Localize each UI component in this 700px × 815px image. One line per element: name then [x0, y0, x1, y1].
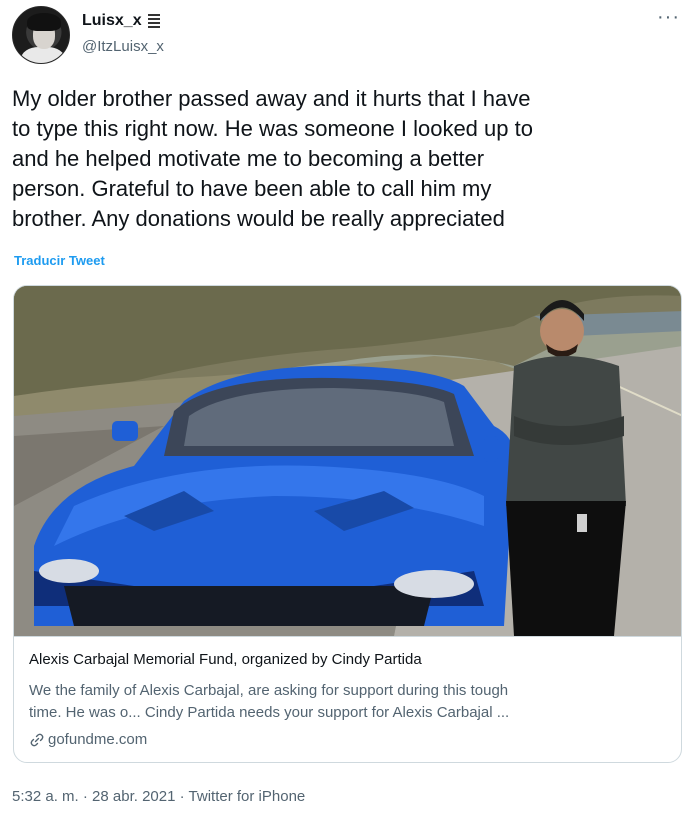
- card-body[interactable]: Alexis Carbajal Memorial Fund, organized…: [14, 636, 681, 762]
- card-description-line: time. He was o... Cindy Partida needs yo…: [29, 704, 510, 721]
- meta-separator: ·: [179, 788, 185, 805]
- translate-tweet-link[interactable]: Traducir Tweet: [14, 253, 105, 268]
- tweet-text-line: brother. Any donations would be really a…: [12, 206, 505, 231]
- tweet-header: Luisx_x @ItzLuisx_x ···: [12, 6, 688, 66]
- card-domain-text[interactable]: gofundme.com: [48, 731, 147, 748]
- tweet-text-line: and he helped motivate me to becoming a …: [12, 146, 485, 171]
- tweet-meta: 5:32 a. m. · 28 abr. 2021 · Twitter for …: [12, 788, 305, 805]
- author-handle[interactable]: @ItzLuisx_x: [82, 38, 164, 55]
- tweet-text: My older brother passed away and it hurt…: [12, 84, 688, 234]
- tweet-text-line: person. Grateful to have been able to ca…: [12, 176, 492, 201]
- card-title[interactable]: Alexis Carbajal Memorial Fund, organized…: [29, 651, 422, 668]
- card-photo: [14, 286, 681, 636]
- tweet-text-line: My older brother passed away and it hurt…: [12, 86, 531, 111]
- tweet-date[interactable]: 28 abr. 2021: [92, 788, 175, 805]
- card-domain[interactable]: gofundme.com: [29, 731, 147, 748]
- author-name-row[interactable]: Luisx_x: [82, 12, 160, 30]
- link-card[interactable]: Alexis Carbajal Memorial Fund, organized…: [13, 285, 682, 763]
- name-glyph-icon: [147, 14, 160, 28]
- tweet-source[interactable]: Twitter for iPhone: [189, 788, 306, 805]
- meta-separator: ·: [82, 788, 88, 805]
- tweet-time[interactable]: 5:32 a. m.: [12, 788, 79, 805]
- card-description: We the family of Alexis Carbajal, are as…: [29, 680, 669, 724]
- author-display-name[interactable]: Luisx_x: [82, 12, 142, 30]
- link-icon: [30, 733, 44, 746]
- more-icon[interactable]: ···: [657, 7, 680, 27]
- tweet-text-line: to type this right now. He was someone I…: [12, 116, 533, 141]
- card-description-line: We the family of Alexis Carbajal, are as…: [29, 682, 509, 699]
- avatar[interactable]: [12, 6, 70, 64]
